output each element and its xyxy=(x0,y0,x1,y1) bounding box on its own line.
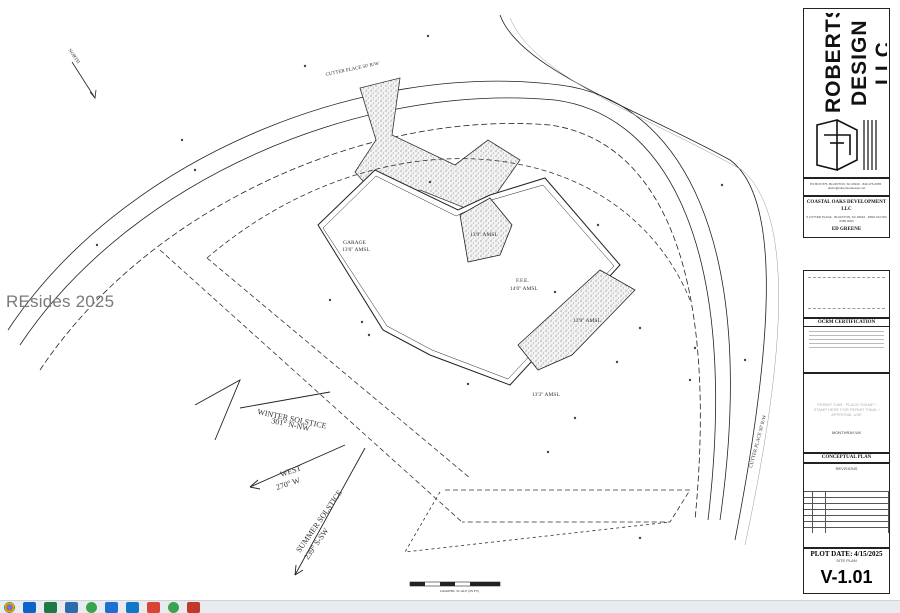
ffe-label: F.F.E. xyxy=(516,278,529,284)
conceptual-label: CONCEPTUAL PLAN xyxy=(821,455,872,460)
teams-2-icon[interactable] xyxy=(168,601,179,613)
calendar-icon[interactable] xyxy=(65,601,78,613)
porch-front-elevation: 13'9" AMSL xyxy=(470,232,498,238)
client-name: COASTAL OAKS DEVELOPMENT LLC xyxy=(806,200,887,212)
site-plan-drawing: CUTTER PLACE 50' R/W CUTTER PLACE 50' R/… xyxy=(7,14,779,593)
watermark: REsides 2025 xyxy=(6,292,115,311)
ocrm-box: OCRM CERTIFICATION xyxy=(803,318,890,373)
excel-icon[interactable] xyxy=(44,601,57,613)
permit-note: PERMIT 1465 · PLACE STAMP / STAMP HERE F… xyxy=(813,402,880,417)
firm-logo-mark-icon xyxy=(816,118,877,172)
firm-logo-box: ROBERTSON DESIGN LLC xyxy=(803,8,890,178)
firm-contact-box: PO BOX 875, BLUFFTON, SC 29910 · 843-476… xyxy=(803,178,890,196)
revisions-box: REVISIONS xyxy=(803,463,890,548)
west-bearing: 270° W xyxy=(275,476,302,492)
porch-rear-elevation: 13'9" AMSL xyxy=(573,318,601,324)
maps-icon[interactable] xyxy=(147,601,160,613)
garage-elevation: 13'6" AMSL xyxy=(342,247,370,253)
garage-label: GARAGE xyxy=(343,240,367,246)
ffe-elevation: 14'0" AMSL xyxy=(510,286,538,292)
client-box: COASTAL OAKS DEVELOPMENT LLC 5 CUTTER PL… xyxy=(803,196,890,238)
scale-label: GRAPHIC SCALE (IN FT) xyxy=(440,589,480,593)
client-address: 5 CUTTER PLACE · BLUFFTON, SC 29910 · R6… xyxy=(806,215,887,223)
ocrm-title: OCRM CERTIFICATION xyxy=(804,319,889,327)
client-contact: ED GREENE xyxy=(831,227,862,232)
taskbar xyxy=(0,600,900,613)
west-label: WEST xyxy=(279,464,303,479)
grade-elevation: 13'3" AMSL xyxy=(532,392,560,398)
files-icon[interactable] xyxy=(105,601,118,613)
sheet-title: SITE PLAN xyxy=(836,558,857,563)
sheet-number: V-1.01 xyxy=(820,567,873,587)
north-arrow-icon xyxy=(71,61,97,99)
pdf-icon[interactable] xyxy=(187,601,200,613)
edge-icon[interactable] xyxy=(126,601,139,613)
firm-name-line2: DESIGN LLC xyxy=(848,19,887,107)
firm-name-line1: ROBERTSON xyxy=(822,13,845,113)
revisions-title: REVISIONS xyxy=(835,466,858,471)
title-block: ROBERTSON DESIGN LLC PO BOX 875, BLUFFTO… xyxy=(803,8,892,594)
sheet-box: PLOT DATE: 4/15/2025 SITE PLAN V-1.01 xyxy=(803,548,890,594)
north-label: NORTH xyxy=(66,48,80,65)
notes-box xyxy=(803,270,890,318)
outlook-icon[interactable] xyxy=(23,601,36,613)
sun-arrows xyxy=(194,378,366,576)
street-label-north: CUTTER PLACE 50' R/W xyxy=(325,62,379,78)
teams-icon[interactable] xyxy=(86,601,97,613)
firm-contact: PO BOX 875, BLUFFTON, SC 29910 · 843-476… xyxy=(810,182,883,190)
permit-stamp-box: PERMIT 1465 · PLACE STAMP / STAMP HERE F… xyxy=(803,373,890,453)
conceptual-box: CONCEPTUAL PLAN xyxy=(803,453,890,463)
graphic-scale xyxy=(409,581,501,587)
firm-logo: ROBERTSON DESIGN LLC xyxy=(808,13,887,113)
chrome-icon[interactable] xyxy=(4,601,15,613)
owner-label: MONTHRAY/UK xyxy=(831,430,862,435)
